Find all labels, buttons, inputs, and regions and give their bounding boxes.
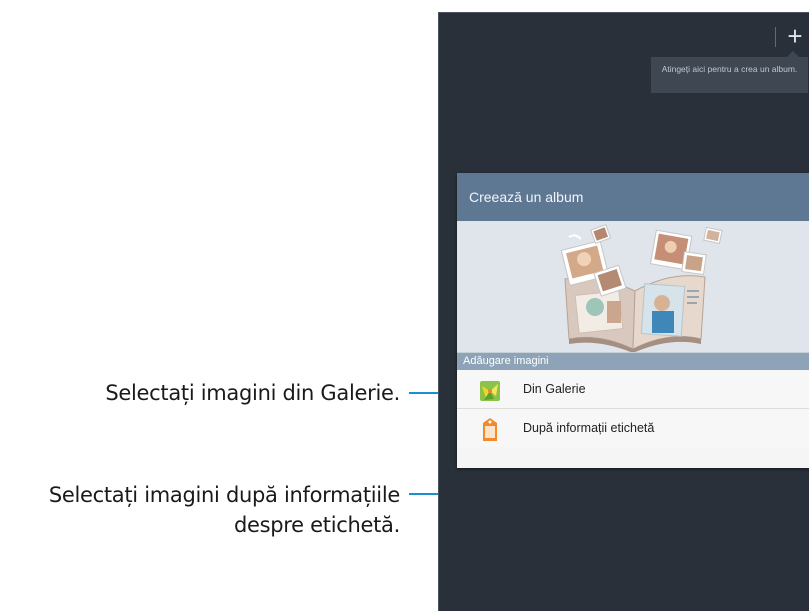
from-gallery-label: Din Galerie xyxy=(523,382,586,396)
add-images-section-header: Adăugare imagini xyxy=(457,353,809,370)
create-album-dialog: Creează un album Adăugare imagini Din Ga… xyxy=(457,173,809,468)
gallery-callout-text: Selectați imagini din Galerie. xyxy=(105,381,400,405)
tag-callout: Selectați imagini după informațiile desp… xyxy=(49,480,400,540)
dialog-title: Creează un album xyxy=(457,173,809,221)
tag-callout-line2: despre etichetă. xyxy=(233,513,400,537)
photo-album-illustration xyxy=(560,224,723,352)
action-bar-divider xyxy=(775,27,776,47)
option-from-gallery[interactable]: Din Galerie xyxy=(457,370,809,408)
tag-callout-line1: Selectați imagini după informațiile xyxy=(48,483,400,507)
by-tag-info-label: După informații etichetă xyxy=(523,421,655,435)
option-by-tag-info[interactable]: După informații etichetă xyxy=(457,408,809,447)
gallery-icon xyxy=(479,379,501,401)
tag-icon xyxy=(479,418,501,441)
album-illustration xyxy=(457,221,809,353)
plus-icon: + xyxy=(787,21,803,51)
gallery-callout: Selectați imagini din Galerie. xyxy=(105,378,400,408)
device-screen: + Atingeți aici pentru a crea un album. … xyxy=(438,12,809,611)
add-album-button[interactable]: + xyxy=(783,21,807,51)
tooltip-text: Atingeți aici pentru a crea un album. xyxy=(661,64,798,74)
create-album-tooltip: Atingeți aici pentru a crea un album. xyxy=(651,51,808,93)
